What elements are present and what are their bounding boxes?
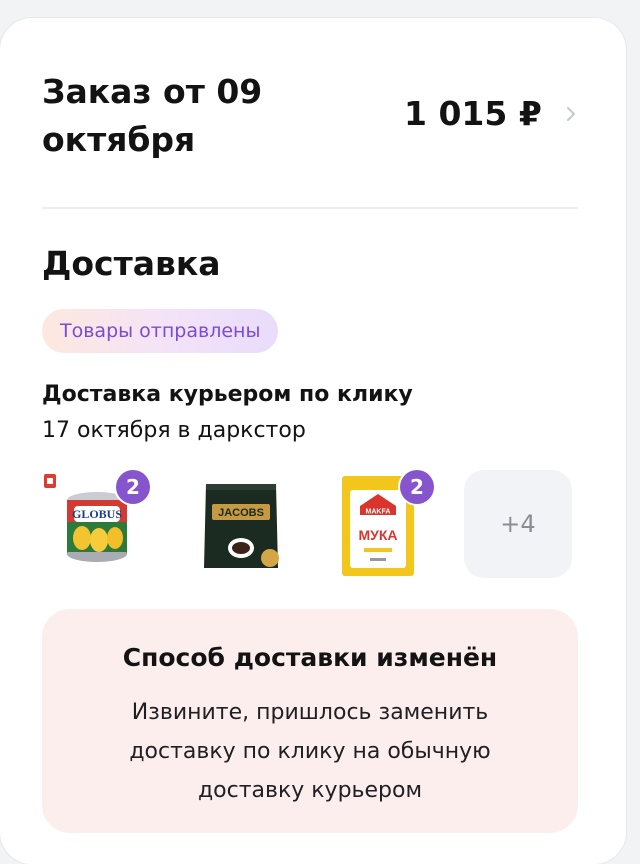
notice-title: Способ доставки изменён: [122, 643, 498, 672]
order-price: 1 015 ₽: [404, 94, 542, 133]
quantity-badge: 2: [400, 470, 434, 504]
product-item-flour[interactable]: MAKFA МУКА 2: [326, 470, 434, 578]
order-card: Заказ от 09 октября 1 015 ₽ Доставка Тов…: [0, 18, 626, 864]
more-products-button[interactable]: +4: [464, 470, 572, 578]
status-badge: Товары отправлены: [42, 309, 279, 353]
delivery-method: Доставка курьером по клику: [42, 382, 413, 407]
coffee-pack-icon: JACOBS: [204, 484, 279, 568]
svg-text:МУКА: МУКА: [358, 527, 397, 543]
divider: [42, 207, 578, 209]
delivery-change-notice: Способ доставки изменён Извините, пришло…: [42, 609, 578, 833]
product-item-corn[interactable]: GLOBUS 2: [42, 470, 150, 578]
notice-text: Извините, пришлось заменить доставку по …: [129, 700, 491, 803]
svg-text:GLOBUS: GLOBUS: [72, 507, 122, 521]
order-title: Заказ от 09 октября: [42, 72, 263, 159]
delivery-date: 17 октября в даркстор: [42, 418, 306, 443]
delivery-section-title: Доставка: [42, 244, 221, 283]
product-item-coffee[interactable]: JACOBS: [188, 470, 296, 578]
svg-text:JACOBS: JACOBS: [218, 507, 264, 519]
order-header[interactable]: Заказ от 09 октября 1 015 ₽: [42, 68, 582, 178]
svg-text:MAKFA: MAKFA: [366, 509, 391, 516]
chevron-right-icon[interactable]: [560, 102, 582, 126]
quantity-badge: 2: [116, 470, 150, 504]
